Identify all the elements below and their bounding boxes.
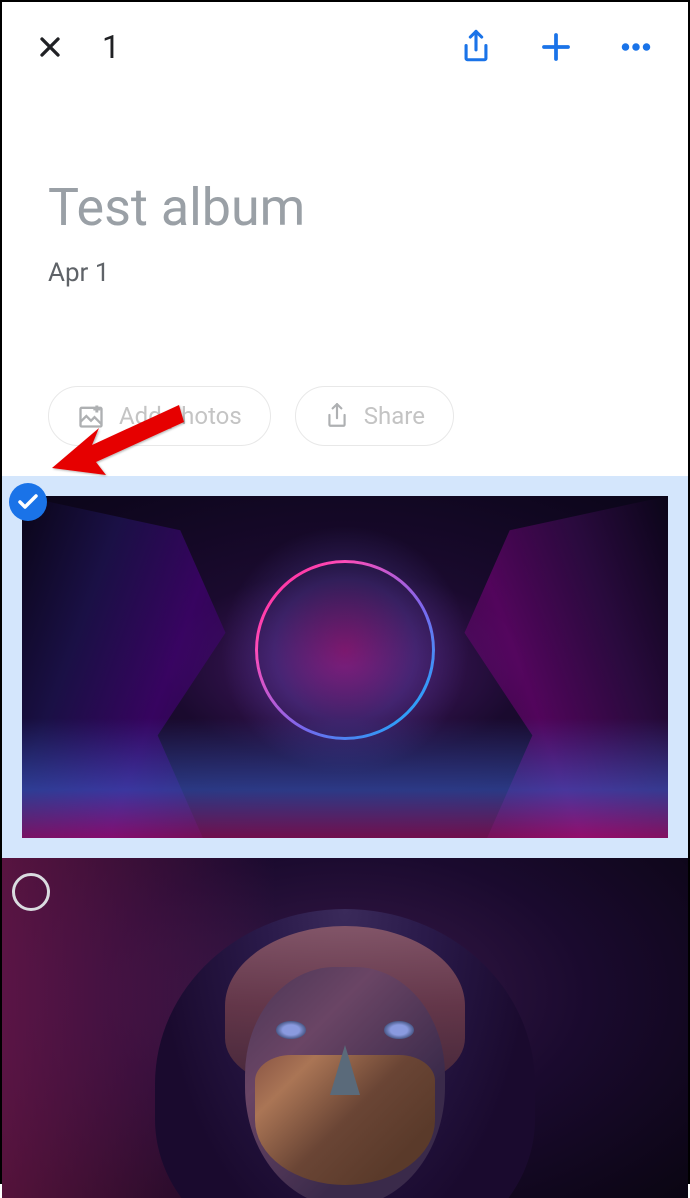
selection-checkmark[interactable]: [9, 483, 47, 521]
share-button[interactable]: [452, 23, 500, 71]
share-icon: [459, 28, 493, 66]
album-title: Test album: [48, 177, 642, 238]
close-button[interactable]: [30, 27, 70, 67]
actions-row: Add photos Share: [2, 328, 688, 476]
photo-thumbnail: [22, 496, 668, 838]
close-icon: [34, 31, 66, 63]
share-action-button[interactable]: Share: [295, 386, 454, 446]
plus-icon: [538, 29, 574, 65]
check-icon: [16, 490, 40, 514]
photo-item[interactable]: [2, 476, 688, 858]
photos-grid: [2, 476, 688, 1198]
album-date: Apr 1: [48, 258, 642, 288]
share-action-icon: [324, 401, 350, 431]
add-button[interactable]: [532, 23, 580, 71]
add-photos-button[interactable]: Add photos: [48, 386, 271, 446]
photo-item[interactable]: [2, 858, 688, 1198]
selection-count: 1: [102, 28, 120, 66]
add-photos-label: Add photos: [119, 402, 242, 430]
header: 1: [2, 2, 688, 92]
more-horizontal-icon: [618, 29, 654, 65]
share-action-label: Share: [364, 402, 425, 430]
selection-circle[interactable]: [12, 873, 50, 911]
photo-thumbnail: [2, 858, 688, 1198]
add-photo-icon: [77, 402, 105, 430]
album-info: Test album Apr 1: [2, 92, 688, 328]
more-button[interactable]: [612, 23, 660, 71]
